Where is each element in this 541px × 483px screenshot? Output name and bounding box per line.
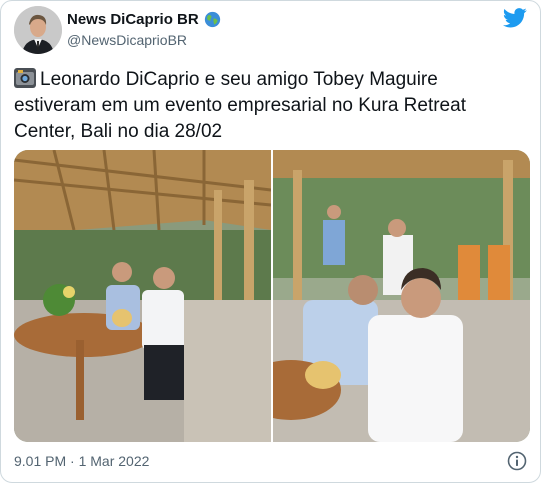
- author-name[interactable]: News DiCaprio BR: [67, 11, 199, 28]
- tweet-card: News DiCaprio BR @NewsDicaprioBR Leonard…: [0, 0, 541, 483]
- photo-left[interactable]: [14, 150, 271, 442]
- avatar[interactable]: [14, 6, 62, 54]
- info-icon[interactable]: [507, 451, 527, 471]
- tweet-timestamp[interactable]: 9.01 PM · 1 Mar 2022: [14, 453, 149, 469]
- globe-icon: [204, 11, 220, 28]
- media-grid: [14, 150, 530, 442]
- photo-right[interactable]: [273, 150, 530, 442]
- camera-icon: [14, 68, 36, 88]
- tweet-text: Leonardo DiCaprio e seu amigo Tobey Magu…: [14, 67, 514, 145]
- twitter-bird-icon[interactable]: [503, 8, 527, 28]
- tweet-body: Leonardo DiCaprio e seu amigo Tobey Magu…: [14, 69, 466, 142]
- author-handle[interactable]: @NewsDicaprioBR: [67, 32, 187, 48]
